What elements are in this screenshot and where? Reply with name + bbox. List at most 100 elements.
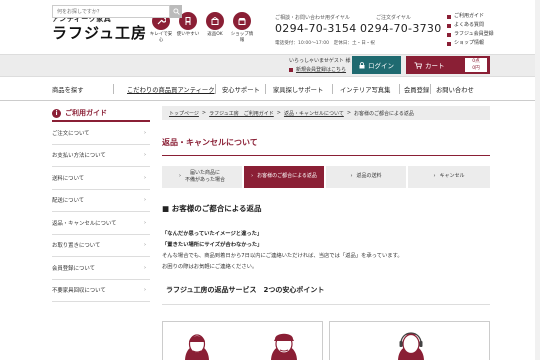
point-card-1 [162, 321, 323, 360]
feature-label: キレイで安 [149, 32, 173, 37]
nav-antique[interactable]: こだわりの商品買アンティーク [127, 85, 215, 94]
sidebar-item-label: 会員登録について [52, 265, 95, 272]
breadcrumb: トップページ > ラフジュ工房 ご利用ガイド > 返品・キャンセルについて > … [162, 106, 490, 120]
register-link[interactable]: 新規会員登録はこちら [289, 66, 346, 73]
tab-label-2: 不備があった場合 [184, 177, 225, 183]
chevron-right-icon: › [433, 173, 436, 180]
shop-icon [233, 12, 251, 30]
cart-items-count: 0点 [472, 59, 480, 64]
breadcrumb-separator: > [346, 110, 352, 116]
info-icon: i [52, 108, 61, 118]
search-icon [172, 8, 180, 15]
sidebar-header: i ご利用ガイド [52, 106, 150, 122]
tab-customer-return[interactable]: › お客様のご都合による返品 [244, 166, 324, 188]
consult-tel-number[interactable]: 0294-70-3154 [275, 22, 357, 35]
register-link-label: 新規会員登録はこちら [296, 67, 347, 73]
nav-interior-photos[interactable]: インテリア写真集 [340, 85, 390, 94]
chevron-right-icon: › [178, 173, 181, 180]
chevron-right-icon: › [144, 242, 146, 249]
chevron-right-icon: › [144, 219, 146, 226]
sidebar-item-label: 送料について [52, 175, 85, 182]
order-tel: ご注文ダイヤル 0294-70-3730 [360, 14, 442, 35]
nav-search-products[interactable]: 商品を探す [52, 85, 83, 94]
search-button[interactable] [170, 5, 182, 18]
header-link-label: よくある質問 [454, 22, 485, 28]
tab-cancel[interactable]: › キャンセル [408, 166, 490, 188]
header-link-label: ラフジュ会員登録 [454, 31, 494, 37]
login-button[interactable]: ログイン [352, 56, 401, 74]
sidebar: i ご利用ガイド ご注文について › お支払い方法について › 送料について › 配送… [52, 106, 150, 302]
woman-illustration [185, 333, 297, 360]
header-guide-links: ご利用ガイド よくある質問 ラフジュ会員登録 ショップ情報 [447, 12, 494, 48]
nav-furniture-search[interactable]: 家具探しサポート [273, 85, 323, 94]
points-section-title: ラフジュ工房の返品サービス 2つの安心ポイント [162, 285, 490, 305]
tab-return-shipping[interactable]: › 返品の送料 [326, 166, 406, 188]
nav-register[interactable]: 会員登録 [404, 85, 429, 94]
quote-image-differs: 「なんだか思っていたイメージと違った」 [162, 231, 263, 237]
point-card-2 [329, 321, 490, 360]
header-link-label: ご利用ガイド [454, 13, 485, 19]
feature-label-2: 報 [239, 38, 245, 44]
header-link-guide[interactable]: ご利用ガイド [447, 12, 494, 21]
login-label: ログイン [368, 62, 394, 70]
tab-label: お客様のご都合による返品 [257, 173, 317, 180]
feature-label: 使いやすい [176, 32, 200, 37]
cart-count: 0点 0円 [465, 58, 487, 72]
chevron-right-icon: › [144, 152, 146, 159]
tab-label: 届いた商品に [189, 169, 220, 176]
tab-label: キャンセル [439, 173, 465, 180]
nav-contact[interactable]: お問い合わせ [436, 85, 474, 94]
chevron-right-icon: › [144, 174, 146, 181]
sidebar-item-label: お支払い方法について [52, 153, 106, 160]
sidebar-item-order[interactable]: ご注文について › [52, 122, 150, 145]
sidebar-item-label: お取り置きについて [52, 243, 101, 250]
main-nav: 商品を探す こだわりの商品買アンティーク 安心サポート 家具探しサポート インテ… [0, 77, 540, 101]
tab-label: 返品の送料 [356, 173, 382, 180]
sidebar-item-returns[interactable]: 返品・キャンセルについて › [52, 212, 150, 235]
page-title: 返品・キャンセルについて [162, 137, 490, 156]
tab-defective-item[interactable]: › 届いた商品に 不備があった場合 [162, 166, 242, 188]
sidebar-item-collection[interactable]: 不要家具回収について › [52, 280, 150, 302]
sidebar-item-payment[interactable]: お支払い方法について › [52, 145, 150, 167]
box-icon [206, 12, 224, 30]
order-tel-number[interactable]: 0294-70-3730 [360, 22, 442, 35]
sidebar-item-shipping-fee[interactable]: 送料について › [52, 167, 150, 190]
sidebar-item-hold[interactable]: お取り置きについて › [52, 235, 150, 257]
cart-icon [414, 61, 422, 69]
header-link-shop[interactable]: ショップ情報 [447, 39, 494, 48]
header-link-label: ショップ情報 [454, 40, 485, 46]
return-policy-text: そんな場合でも、商品到着日から7日以内にご連絡いただければ、当店では「返品」を承… [162, 253, 403, 259]
chevron-right-icon: › [144, 287, 146, 294]
breadcrumb-separator: > [276, 110, 281, 116]
header-link-faq[interactable]: よくある質問 [447, 21, 494, 30]
operator-illustration [398, 332, 424, 360]
header-link-register[interactable]: ラフジュ会員登録 [447, 30, 494, 39]
sidebar-item-label: 返品・キャンセルについて [52, 220, 117, 227]
sidebar-item-label: ご注文について [52, 130, 90, 137]
sidebar-item-label: 配送について [52, 198, 85, 205]
sidebar-item-membership[interactable]: 会員登録について › [52, 257, 150, 280]
sidebar-title: ご利用ガイド [65, 109, 107, 117]
page-scrollbar[interactable] [535, 0, 540, 360]
feature-return-ok[interactable]: 返品OK [202, 12, 228, 38]
feature-label: 返品OK [207, 32, 223, 37]
nav-support[interactable]: 安心サポート [222, 85, 260, 94]
breadcrumb-guide[interactable]: ラフジュ工房 ご利用ガイド [209, 110, 274, 117]
quote-size-mismatch: 「置きたい場所にサイズが合わなかった」 [162, 242, 263, 248]
consult-tel: ご相談・お問い合わせ用ダイヤル 0294-70-3154 [275, 14, 357, 35]
chevron-right-icon: › [251, 173, 254, 180]
feature-shop-info[interactable]: ショップ情報 [229, 12, 255, 45]
breadcrumb-current: お客様のご都合による返品 [354, 110, 414, 117]
feature-label-2: 心 [158, 38, 164, 44]
breadcrumb-returns[interactable]: 返品・キャンセルについて [284, 110, 344, 117]
search-input[interactable] [52, 5, 170, 18]
logo[interactable]: ラフジュ工房 [52, 22, 147, 43]
chevron-right-icon: › [144, 197, 146, 204]
sidebar-item-delivery[interactable]: 配送について › [52, 190, 150, 212]
chevron-right-icon: › [144, 264, 146, 271]
consult-tel-caption: ご相談・お問い合わせ用ダイヤル [275, 15, 350, 21]
breadcrumb-home[interactable]: トップページ [169, 110, 199, 117]
guest-greeting: いらっしゃいませゲスト 様 [289, 58, 351, 64]
lock-icon [359, 61, 365, 68]
breadcrumb-separator: > [201, 110, 207, 116]
